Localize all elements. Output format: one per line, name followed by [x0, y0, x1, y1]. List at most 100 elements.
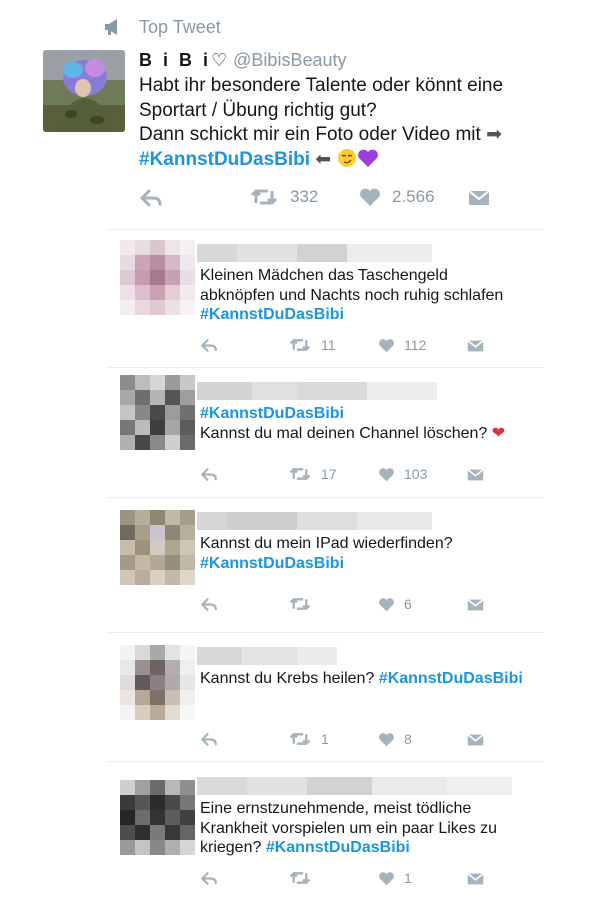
- reply-avatar[interactable]: [120, 780, 195, 855]
- like-count: 2.566: [392, 187, 435, 206]
- tweet-line: Dann schickt mir ein Foto oder Video mit: [139, 124, 487, 145]
- like-button[interactable]: 6: [378, 596, 412, 612]
- reply-text: Kannst du mein IPad wiederfinden? #Kanns…: [200, 534, 560, 573]
- blurred-username: [197, 777, 512, 795]
- megaphone-icon: [105, 19, 117, 35]
- heart-icon: [379, 597, 394, 611]
- blurred-username: [197, 244, 432, 262]
- arrow-right-emoji: ➡: [486, 124, 502, 145]
- reply-icon: [201, 598, 217, 611]
- heart-icon: [379, 732, 394, 746]
- direct-message-button[interactable]: [467, 468, 484, 482]
- author-name[interactable]: B i B i: [139, 50, 211, 70]
- direct-message-button[interactable]: [467, 598, 484, 612]
- envelope-icon: [467, 339, 484, 352]
- reply-icon: [201, 339, 217, 352]
- reply-button[interactable]: [200, 338, 218, 353]
- direct-message-button[interactable]: [467, 339, 484, 353]
- reply-button[interactable]: [200, 871, 218, 886]
- tweet-text: Habt ihr besondere Talente oder könnt ei…: [139, 74, 579, 180]
- envelope-icon: [467, 468, 484, 481]
- reply-text: Kleinen Mädchen das Taschengeld abknöpfe…: [200, 266, 560, 325]
- reply-button[interactable]: [200, 732, 218, 747]
- reply-line: Kannst du Krebs heilen?: [200, 670, 379, 687]
- heart-icon: [379, 871, 394, 885]
- hashtag-link[interactable]: #KannstDuDasBibi: [266, 839, 410, 856]
- like-button[interactable]: 8: [378, 731, 412, 747]
- hashtag-link[interactable]: #KannstDuDasBibi: [139, 149, 310, 170]
- blurred-username: [197, 647, 337, 665]
- heart-icon: [379, 338, 394, 352]
- retweet-icon: [289, 733, 311, 745]
- reply-text: #KannstDuDasBibi Kannst du mal deinen Ch…: [200, 404, 560, 443]
- name-heart: ♡: [211, 50, 228, 70]
- direct-message-button[interactable]: [468, 189, 490, 207]
- hashtag-link[interactable]: #KannstDuDasBibi: [200, 554, 560, 574]
- smirk-emoji-icon: [337, 148, 356, 167]
- reply-line: Kleinen Mädchen das Taschengeld: [200, 267, 448, 284]
- retweet-count: 1: [321, 731, 329, 747]
- reply-line: kriegen?: [200, 839, 266, 856]
- avatar[interactable]: [43, 50, 125, 132]
- retweet-button[interactable]: [289, 870, 321, 886]
- hashtag-link[interactable]: #KannstDuDasBibi: [200, 404, 560, 424]
- like-count: 8: [404, 731, 412, 747]
- retweet-icon: [289, 598, 311, 610]
- retweet-button[interactable]: 332: [250, 187, 318, 207]
- envelope-icon: [468, 190, 490, 205]
- envelope-icon: [467, 872, 484, 885]
- reply-avatar[interactable]: [120, 375, 195, 450]
- direct-message-button[interactable]: [467, 872, 484, 886]
- reply-icon: [201, 733, 217, 746]
- retweet-count: 332: [290, 187, 319, 206]
- divider: [107, 367, 544, 368]
- reply-line: Krankheit vorspielen um ein paar Likes z…: [200, 819, 498, 837]
- heart-icon: [360, 188, 380, 206]
- like-button[interactable]: 103: [378, 466, 427, 482]
- retweet-button[interactable]: 11: [289, 337, 336, 353]
- divider: [107, 632, 544, 633]
- reply-icon: [201, 872, 217, 885]
- retweet-button[interactable]: 17: [289, 466, 337, 482]
- like-count: 6: [404, 596, 412, 612]
- tweet-line: Habt ihr besondere Talente oder könnt ei…: [139, 75, 504, 96]
- reply-text: Eine ernstzunehmende, meist tödliche Kra…: [200, 799, 560, 858]
- reply-avatar[interactable]: [120, 240, 195, 315]
- reply-line: Kannst du mal deinen Channel löschen?: [200, 424, 492, 442]
- reply-button[interactable]: [200, 597, 218, 612]
- like-button[interactable]: 112: [378, 337, 426, 353]
- reply-icon: [140, 189, 162, 207]
- reply-icon: [201, 468, 217, 481]
- reply-button[interactable]: [139, 188, 163, 208]
- like-button[interactable]: 2.566: [359, 187, 435, 207]
- direct-message-button[interactable]: [467, 733, 484, 747]
- reply-text: Kannst du Krebs heilen? #KannstDuDasBibi: [200, 669, 560, 689]
- author-handle[interactable]: @BibisBeauty: [233, 50, 346, 70]
- retweet-icon: [289, 339, 311, 351]
- top-tweet-label: Top Tweet: [139, 17, 221, 37]
- hashtag-link[interactable]: #KannstDuDasBibi: [200, 305, 560, 325]
- retweet-button[interactable]: [289, 596, 321, 612]
- purple-heart-icon: [357, 149, 378, 167]
- heart-emoji: ❤: [491, 424, 506, 442]
- reply-avatar[interactable]: [120, 510, 195, 585]
- blurred-username: [197, 382, 437, 400]
- like-count: 103: [404, 466, 428, 482]
- like-button[interactable]: 1: [378, 870, 412, 886]
- retweet-icon: [250, 189, 278, 205]
- arrow-left-emoji: ⬅: [310, 148, 337, 170]
- retweet-count: 11: [321, 337, 336, 353]
- retweet-icon: [289, 872, 311, 884]
- author-line: B i B i♡ @BibisBeauty: [139, 50, 346, 71]
- like-count: 1: [404, 870, 412, 886]
- reply-avatar[interactable]: [120, 645, 195, 720]
- reply-button[interactable]: [200, 467, 218, 482]
- reply-line: abknöpfen und Nachts noch ruhig schlafen: [200, 286, 504, 304]
- reply-line: Eine ernstzunehmende, meist tödliche: [200, 800, 472, 817]
- retweet-count: 17: [321, 466, 337, 482]
- reply-line: Kannst du mein IPad wiederfinden?: [200, 535, 453, 552]
- retweet-button[interactable]: 1: [289, 731, 329, 747]
- tweet-line: Sportart / Übung richtig gut?: [139, 99, 377, 121]
- like-count: 112: [404, 337, 427, 353]
- hashtag-link[interactable]: #KannstDuDasBibi: [379, 670, 523, 687]
